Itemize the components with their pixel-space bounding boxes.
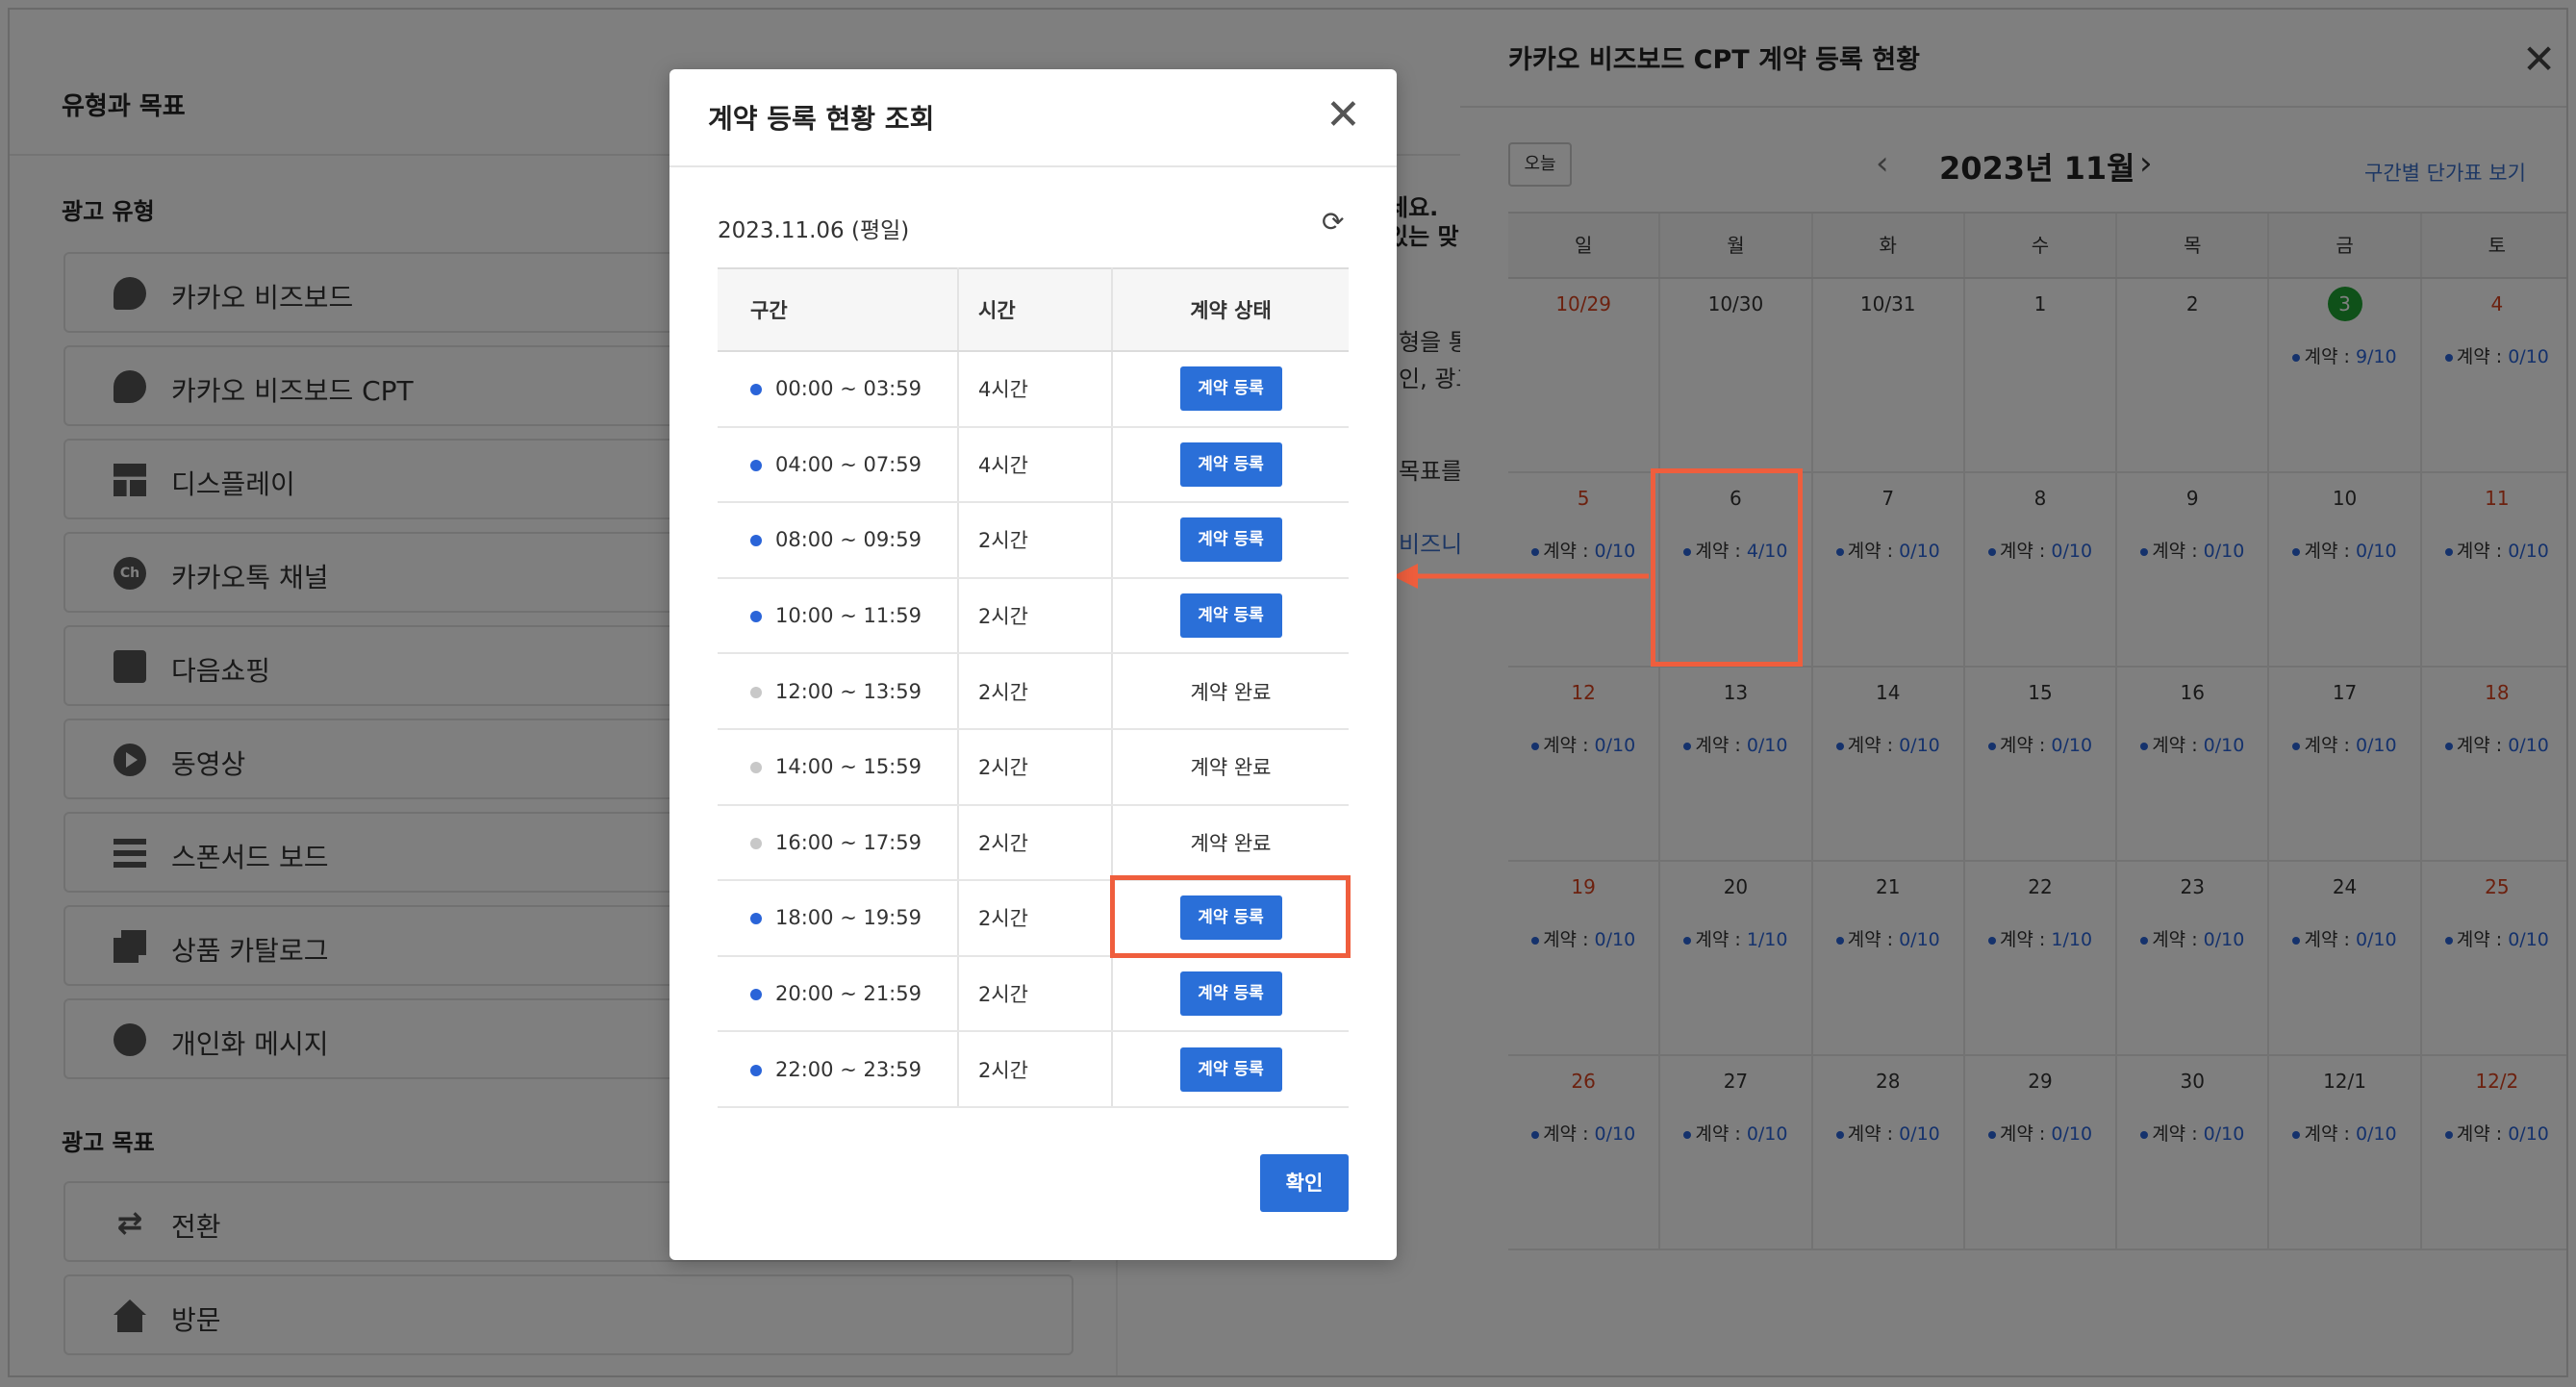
status-cell: 계약 등록 — [1112, 955, 1349, 1033]
status-dot-icon — [750, 1064, 762, 1076]
range-cell: 14:00 ~ 15:59 — [718, 728, 959, 806]
table-header-row: 구간 시간 계약 상태 — [718, 267, 1349, 352]
duration-cell: 2시간 — [958, 1031, 1113, 1108]
status-cell: 계약 완료 — [1112, 804, 1349, 882]
status-dot-icon — [750, 989, 762, 1001]
duration-cell: 2시간 — [958, 955, 1113, 1033]
range-cell: 00:00 ~ 03:59 — [718, 351, 959, 428]
range-cell: 04:00 ~ 07:59 — [718, 426, 959, 504]
slot-table: 구간 시간 계약 상태 00:00 ~ 03:59 4시간 계약 등록 04:00 ~… — [718, 267, 1349, 1108]
status-dot-icon — [750, 686, 762, 698]
status-dot-icon — [750, 535, 762, 547]
range-text: 04:00 ~ 07:59 — [775, 452, 922, 476]
divider — [669, 165, 1397, 167]
range-cell: 18:00 ~ 19:59 — [718, 880, 959, 957]
range-cell: 08:00 ~ 09:59 — [718, 502, 959, 579]
table-row: 00:00 ~ 03:59 4시간 계약 등록 — [718, 351, 1349, 428]
arrow-left-icon — [1393, 564, 1649, 589]
register-contract-button[interactable]: 계약 등록 — [1179, 593, 1282, 639]
duration-cell: 2시간 — [958, 880, 1113, 957]
status-cell: 계약 등록 — [1112, 1031, 1349, 1108]
status-cell: 계약 등록 — [1112, 577, 1349, 655]
table-row: 22:00 ~ 23:59 2시간 계약 등록 — [718, 1031, 1349, 1108]
duration-cell: 2시간 — [958, 728, 1113, 806]
range-text: 10:00 ~ 11:59 — [775, 604, 922, 628]
duration-cell: 4시간 — [958, 351, 1113, 428]
confirm-button[interactable]: 확인 — [1260, 1154, 1349, 1212]
table-row: 12:00 ~ 13:59 2시간 계약 완료 — [718, 653, 1349, 730]
column-header-duration: 시간 — [958, 267, 1113, 352]
range-text: 22:00 ~ 23:59 — [775, 1057, 922, 1081]
status-cell: 계약 등록 — [1112, 426, 1349, 504]
status-dot-icon — [750, 762, 762, 774]
duration-cell: 2시간 — [958, 804, 1113, 882]
contract-done-label: 계약 완료 — [1190, 756, 1272, 780]
status-cell: 계약 완료 — [1112, 728, 1349, 806]
range-text: 00:00 ~ 03:59 — [775, 377, 922, 401]
status-dot-icon — [750, 611, 762, 623]
register-contract-button[interactable]: 계약 등록 — [1179, 441, 1282, 487]
table-row: 04:00 ~ 07:59 4시간 계약 등록 — [718, 426, 1349, 504]
contract-done-label: 계약 완료 — [1190, 680, 1272, 704]
range-text: 16:00 ~ 17:59 — [775, 830, 922, 854]
modal-title: 계약 등록 현황 조회 — [708, 103, 935, 135]
duration-cell: 2시간 — [958, 653, 1113, 730]
range-text: 08:00 ~ 09:59 — [775, 528, 922, 552]
status-cell: 계약 등록 — [1112, 351, 1349, 428]
table-row: 10:00 ~ 11:59 2시간 계약 등록 — [718, 577, 1349, 655]
highlight-box — [1651, 468, 1803, 667]
status-cell: 계약 완료 — [1112, 653, 1349, 730]
duration-cell: 4시간 — [958, 426, 1113, 504]
range-cell: 22:00 ~ 23:59 — [718, 1031, 959, 1108]
range-text: 14:00 ~ 15:59 — [775, 755, 922, 779]
contract-status-modal: 계약 등록 현황 조회 ✕ 2023.11.06 (평일) ⟳ 구간 시간 계약… — [669, 69, 1397, 1260]
status-dot-icon — [750, 837, 762, 849]
range-text: 12:00 ~ 13:59 — [775, 679, 922, 703]
status-cell: 계약 등록 — [1112, 502, 1349, 579]
table-row: 16:00 ~ 17:59 2시간 계약 완료 — [718, 804, 1349, 882]
register-contract-button[interactable]: 계약 등록 — [1179, 517, 1282, 563]
column-header-range: 구간 — [718, 267, 959, 352]
highlight-box — [1110, 875, 1351, 958]
selected-date: 2023.11.06 (평일) — [718, 218, 910, 243]
duration-cell: 2시간 — [958, 502, 1113, 579]
range-text: 18:00 ~ 19:59 — [775, 906, 922, 930]
range-cell: 10:00 ~ 11:59 — [718, 577, 959, 655]
table-row: 14:00 ~ 15:59 2시간 계약 완료 — [718, 728, 1349, 806]
refresh-icon[interactable]: ⟳ — [1322, 206, 1344, 238]
status-dot-icon — [750, 913, 762, 925]
status-dot-icon — [750, 384, 762, 396]
range-text: 20:00 ~ 21:59 — [775, 982, 922, 1006]
table-row: 08:00 ~ 09:59 2시간 계약 등록 — [718, 502, 1349, 579]
register-contract-button[interactable]: 계약 등록 — [1179, 1047, 1282, 1092]
close-icon[interactable]: ✕ — [1326, 94, 1361, 137]
column-header-status: 계약 상태 — [1112, 267, 1349, 352]
register-contract-button[interactable]: 계약 등록 — [1179, 366, 1282, 412]
range-cell: 12:00 ~ 13:59 — [718, 653, 959, 730]
table-row: 20:00 ~ 21:59 2시간 계약 등록 — [718, 955, 1349, 1033]
register-contract-button[interactable]: 계약 등록 — [1179, 971, 1282, 1017]
contract-done-label: 계약 완료 — [1190, 831, 1272, 855]
status-dot-icon — [750, 459, 762, 471]
duration-cell: 2시간 — [958, 577, 1113, 655]
range-cell: 16:00 ~ 17:59 — [718, 804, 959, 882]
range-cell: 20:00 ~ 21:59 — [718, 955, 959, 1033]
